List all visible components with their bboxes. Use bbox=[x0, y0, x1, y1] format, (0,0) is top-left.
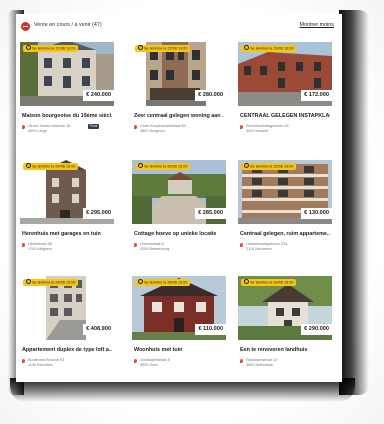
show-less-link[interactable]: Montrer moins bbox=[300, 22, 334, 28]
listing-title[interactable]: CENTRAAL GELEGEN INSTAPKLAR... bbox=[240, 113, 330, 119]
listing-address: Hoevestraat 8 bbox=[140, 242, 164, 246]
listing-title[interactable]: Herenhuis met garages en tuin bbox=[22, 231, 112, 237]
minus-circle-icon[interactable] bbox=[21, 22, 30, 31]
listing-address: Herlestraat 46 bbox=[28, 242, 52, 246]
listing-title[interactable]: Appartement duplex de type loft a... bbox=[22, 347, 112, 353]
listing-city: 1190 Bruxelles bbox=[28, 363, 53, 367]
location-pin-icon bbox=[240, 243, 243, 247]
listing-address: Grote Koophandelstraat 55 bbox=[140, 124, 186, 128]
listings-panel: Vente en cours / à venir (47) Montrer mo… bbox=[16, 14, 342, 382]
deadline-badge: Se termine le 25/06 13:00 bbox=[135, 163, 191, 170]
clock-icon bbox=[138, 163, 143, 168]
listing-title[interactable]: Een te renoveren landhuis bbox=[240, 347, 330, 353]
clock-icon bbox=[138, 45, 143, 50]
listing-title[interactable]: Zeer centraal gelegen woning aan ... bbox=[134, 113, 224, 119]
price-label: € 110.000 bbox=[195, 324, 226, 335]
listing-address: Leidsestraatgebouw 234 bbox=[246, 242, 288, 246]
deadline-badge: Se termine le 26/06 13:00 bbox=[23, 279, 79, 286]
clock-icon bbox=[244, 163, 249, 168]
deadline-badge: Se termine le 26/06 13:00 bbox=[241, 279, 297, 286]
listing-card[interactable]: Se termine le 26/06 13:00 € 290.000 Een … bbox=[238, 276, 332, 382]
panel-shadow-right bbox=[339, 10, 369, 395]
deadline-badge: Se termine le 24/06 13:00 bbox=[23, 163, 79, 170]
listing-address: Simon Sainte-Maxime 38 bbox=[28, 124, 71, 128]
screenshot-stage: Vente en cours / à venir (47) Montrer mo… bbox=[0, 0, 384, 424]
price-label: € 130.000 bbox=[301, 208, 332, 219]
deadline-badge: Se termine le 21/06 13:00 bbox=[23, 45, 79, 52]
location-pin-icon bbox=[134, 125, 137, 129]
deadline-badge: Se termine le 26/06 13:00 bbox=[135, 279, 191, 286]
listing-city: 4000 Liège bbox=[28, 129, 47, 133]
listing-address: Boulevard Brouvel 83 bbox=[28, 358, 65, 362]
listing-address: Schreeuwhofsgewoon 55 bbox=[246, 124, 289, 128]
location-pin-icon bbox=[240, 125, 243, 129]
listing-card[interactable]: Se termine le 25/06 13:00 € 285.000 Cott… bbox=[132, 160, 226, 268]
deadline-badge: Se termine le 22/06 13:00 bbox=[135, 45, 191, 52]
location-pin-icon bbox=[240, 359, 243, 363]
listing-card[interactable]: Se termine le 22/06 13:00 € 280.000 Zeer… bbox=[132, 42, 226, 150]
section-title: Vente en cours / à venir (47) bbox=[34, 22, 102, 28]
listing-city: 3600 Nettebeak bbox=[246, 363, 273, 367]
listing-title[interactable]: Centraal gelegen, ruim apparteme... bbox=[240, 231, 330, 237]
listing-city: 3800 Borgloon bbox=[140, 129, 165, 133]
listing-city: 2110 Mencelen bbox=[246, 247, 272, 251]
listing-city: 3010 Hasselt bbox=[246, 129, 269, 133]
listing-card[interactable]: Se termine le 21/06 13:00 € 240.000 Mais… bbox=[20, 42, 114, 150]
section-header: Vente en cours / à venir (47) Montrer mo… bbox=[16, 14, 342, 38]
listing-city: 9000 Gent bbox=[140, 363, 158, 367]
deadline-badge: Se termine le 23/06 13:00 bbox=[241, 45, 297, 52]
listing-title[interactable]: Maison bourgeoise du 19ème siècl... bbox=[22, 113, 112, 119]
listing-title[interactable]: Woonhuis met tuin bbox=[134, 347, 224, 353]
listing-tag: Proxi bbox=[88, 124, 100, 129]
location-pin-icon bbox=[22, 243, 25, 247]
price-label: € 240.000 bbox=[83, 90, 114, 101]
clock-icon bbox=[26, 45, 31, 50]
price-label: € 280.000 bbox=[195, 90, 226, 101]
price-label: € 285.000 bbox=[195, 208, 226, 219]
listing-address: Fysiostenstraat 10 bbox=[246, 358, 278, 362]
price-label: € 295.000 bbox=[83, 208, 114, 219]
listing-card[interactable]: Se termine le 26/06 13:00 € 408.900 Appa… bbox=[20, 276, 114, 382]
location-pin-icon bbox=[134, 243, 137, 247]
listing-card[interactable]: Se termine le 23/06 13:00 € 172.000 CENT… bbox=[238, 42, 332, 150]
listing-city: 2250 Retsebeerg bbox=[140, 247, 170, 251]
clock-icon bbox=[138, 279, 143, 284]
price-label: € 172.000 bbox=[301, 90, 332, 101]
listing-card[interactable]: Se termine le 25/06 13:00 € 130.000 Cent… bbox=[238, 160, 332, 268]
listing-city: 1760 Aflighem bbox=[28, 247, 53, 251]
price-label: € 290.000 bbox=[301, 324, 332, 335]
deadline-badge: Se termine le 25/06 13:00 bbox=[241, 163, 297, 170]
listing-card[interactable]: Se termine le 24/06 13:00 € 295.000 Here… bbox=[20, 160, 114, 268]
clock-icon bbox=[26, 163, 31, 168]
listing-title[interactable]: Cottage hoeve op unieke locatie bbox=[134, 231, 224, 237]
location-pin-icon bbox=[22, 125, 25, 129]
clock-icon bbox=[244, 45, 249, 50]
price-label: € 408.900 bbox=[83, 324, 114, 335]
location-pin-icon bbox=[134, 359, 137, 363]
listing-address: Oostkapelstraat 8 bbox=[140, 358, 170, 362]
clock-icon bbox=[26, 279, 31, 284]
location-pin-icon bbox=[22, 359, 25, 363]
clock-icon bbox=[244, 279, 249, 284]
listing-card[interactable]: Se termine le 26/06 13:00 € 110.000 Woon… bbox=[132, 276, 226, 382]
